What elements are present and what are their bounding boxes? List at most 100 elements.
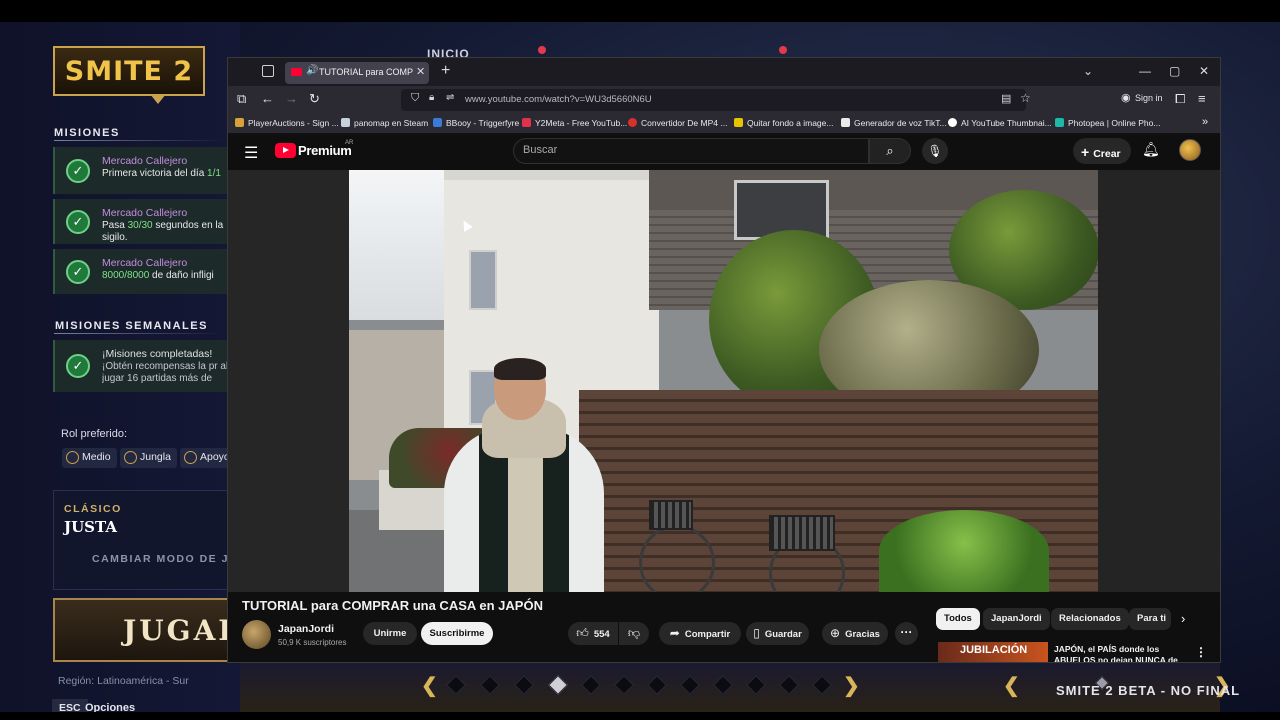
bookmark-item[interactable]: Convertidor De MP4 ...	[628, 118, 727, 128]
maximize-icon[interactable]: ▢	[1169, 64, 1180, 78]
letterbox-bottom	[0, 712, 1280, 720]
bookmark-favicon-icon	[948, 118, 957, 127]
check-icon: ✓	[66, 354, 90, 378]
thanks-button[interactable]: ⊕ Gracias	[822, 622, 888, 645]
super-thanks-icon: ⊕	[830, 626, 841, 640]
shield-icon[interactable]: ⛉	[411, 92, 419, 105]
player-area	[228, 170, 1220, 592]
bookmark-item[interactable]: Y2Meta - Free YouTub...	[522, 118, 627, 128]
permissions-icon[interactable]: ⇌	[446, 92, 454, 103]
url-text[interactable]: www.youtube.com/watch?v=WU3d5660N6U	[465, 94, 652, 105]
tab-youtube[interactable]: 🔊 TUTORIAL para COMPRAR una CASA en JAPÓ…	[285, 62, 429, 84]
bookmark-star-icon[interactable]: ☆	[1020, 91, 1031, 105]
bookmark-favicon-icon	[841, 118, 850, 127]
chip-channel[interactable]: JapanJordi	[983, 608, 1050, 630]
chip-relacionados[interactable]: Relacionados	[1051, 608, 1129, 630]
bookmark-item[interactable]: Photopea | Online Pho...	[1055, 118, 1160, 128]
role-chip-jungla[interactable]: Jungla	[120, 448, 177, 468]
weekly-mission-card[interactable]: ✓ ¡Misiones completadas! ¡Obtén recompen…	[53, 340, 228, 392]
mission-card[interactable]: ✓ Mercado Callejero Pasa 30/30 segundos …	[53, 199, 228, 244]
search-input[interactable]	[513, 138, 869, 164]
bookmark-item[interactable]: AI YouTube Thumbnai...	[948, 118, 1052, 128]
sidebar-icon[interactable]: ⧉	[237, 91, 246, 107]
video-plant	[879, 510, 1049, 592]
extensions-icon[interactable]: ⧠	[1175, 91, 1185, 107]
tab-close-icon[interactable]: ✕	[416, 65, 425, 78]
video-player[interactable]	[349, 170, 1098, 592]
role-chip-medio[interactable]: Medio	[62, 448, 117, 468]
bookmark-item[interactable]: Generador de voz TikT...	[841, 118, 947, 128]
channel-name[interactable]: JapanJordi	[278, 623, 334, 635]
close-window-icon[interactable]: ✕	[1199, 64, 1209, 78]
bookmark-item[interactable]: BBooy - Triggerfyre	[433, 118, 519, 128]
mission-card[interactable]: ✓ Mercado Callejero 8000/8000 de daño in…	[53, 249, 228, 294]
notification-dot	[538, 46, 546, 54]
role-icon	[184, 451, 197, 464]
lock-icon[interactable]: 🔒︎	[429, 92, 434, 103]
change-mode-button[interactable]: CAMBIAR MODO DE J	[92, 553, 229, 565]
browser-window: 🔊 TUTORIAL para COMPRAR una CASA en JAPÓ…	[227, 57, 1221, 663]
url-bar[interactable]: ⛉ 🔒︎ ⇌ www.youtube.com/watch?v=WU3d5660N…	[401, 89, 1031, 111]
reload-icon[interactable]: ↻	[309, 91, 320, 107]
share-button[interactable]: ➦ Compartir	[659, 622, 741, 645]
sign-in-button[interactable]: Sign in	[1135, 93, 1163, 103]
youtube-favicon-icon	[291, 68, 302, 76]
chip-para-ti[interactable]: Para ti	[1129, 608, 1171, 630]
notifications-bell-icon[interactable]: 🔔︎	[1142, 141, 1160, 158]
voice-search-button[interactable]: 🎙︎	[922, 138, 948, 164]
divider	[54, 140, 224, 141]
youtube-page: ☰ Premium AR Buscar ⌕ 🎙︎ + Crear 🔔︎ TUTO…	[228, 134, 1220, 662]
tab-list-icon[interactable]: ⌄	[1083, 64, 1093, 78]
youtube-logo-icon[interactable]	[275, 143, 296, 158]
weekly-title: ¡Misiones completadas!	[102, 348, 213, 360]
tab-overview-icon[interactable]	[262, 65, 274, 77]
bookmark-item[interactable]: Quitar fondo a image...	[734, 118, 833, 128]
thumbnail-text: JUBILACIÓN	[960, 644, 1028, 656]
divider	[54, 333, 224, 334]
bookmark-item[interactable]: panomap en Steam	[341, 118, 428, 128]
reader-view-icon[interactable]: ▤	[1001, 92, 1011, 105]
mission-card[interactable]: ✓ Mercado Callejero Primera victoria del…	[53, 147, 228, 194]
recommended-menu-icon[interactable]: ⋮	[1195, 645, 1207, 659]
more-actions-icon[interactable]: ···	[895, 622, 918, 645]
search-button[interactable]: ⌕	[869, 138, 911, 164]
player-sidebar-left	[228, 170, 349, 592]
chevron-right-icon[interactable]: ›	[1181, 611, 1185, 626]
youtube-brand[interactable]: Premium	[298, 143, 352, 158]
carousel-next-icon[interactable]: ❯	[843, 673, 860, 698]
bookmark-favicon-icon	[628, 118, 637, 127]
account-icon[interactable]: ◉	[1121, 91, 1131, 104]
hamburger-menu-icon[interactable]: ☰	[244, 143, 258, 163]
page-prev-icon[interactable]: ❮	[1003, 673, 1020, 698]
channel-avatar[interactable]	[242, 620, 271, 649]
save-button[interactable]: ▯ Guardar	[746, 622, 809, 645]
bookmarks-bar: PlayerAuctions - Sign ... panomap en Ste…	[228, 114, 1220, 134]
mode-class: CLÁSICO	[64, 503, 122, 515]
search-placeholder[interactable]: Buscar	[523, 144, 557, 156]
region-tag: AR	[345, 140, 354, 146]
carousel-prev-icon[interactable]: ❮	[421, 673, 438, 698]
region-label: Región: Latinoamérica - Sur	[58, 675, 189, 687]
bookmark-favicon-icon	[734, 118, 743, 127]
join-button[interactable]: Unirme	[363, 622, 417, 645]
chip-todos[interactable]: Todos	[936, 608, 980, 630]
bookmark-item[interactable]: PlayerAuctions - Sign ...	[235, 118, 339, 128]
new-tab-icon[interactable]: +	[441, 62, 450, 80]
avatar[interactable]	[1179, 139, 1201, 161]
recommended-thumbnail[interactable]: JUBILACIÓN	[938, 642, 1048, 662]
bookmark-favicon-icon	[1055, 118, 1064, 127]
menu-icon[interactable]: ≡	[1198, 91, 1206, 106]
more-bookmarks-icon[interactable]: »	[1202, 116, 1208, 128]
subscribe-button[interactable]: Suscribirme	[421, 622, 493, 645]
create-button[interactable]: + Crear	[1073, 138, 1131, 164]
forward-icon[interactable]: →	[285, 91, 298, 106]
like-button[interactable]: 👍︎ 554	[568, 622, 618, 645]
role-icon	[124, 451, 137, 464]
play-button[interactable]: JUGAR	[53, 598, 230, 662]
speaker-icon[interactable]: 🔊	[306, 65, 318, 76]
recommended-title[interactable]: JAPÓN, el PAÍS donde los ABUELOS no deja…	[1054, 644, 1186, 662]
video-bicycle-basket	[769, 515, 835, 551]
back-icon[interactable]: ←	[261, 91, 274, 106]
dislike-button[interactable]: 👎︎	[619, 622, 649, 645]
minimize-icon[interactable]: —	[1139, 64, 1151, 78]
